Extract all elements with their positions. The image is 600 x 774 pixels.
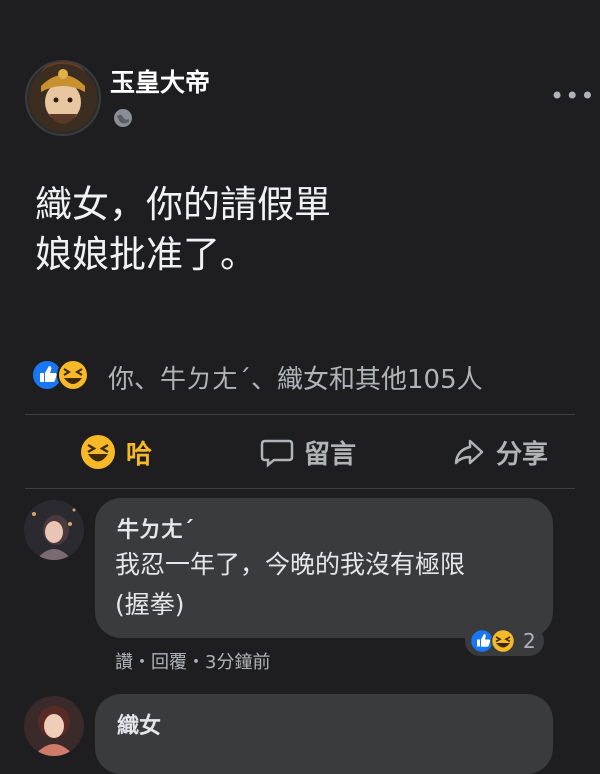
- author-avatar[interactable]: [25, 60, 101, 136]
- reaction-badges: [30, 358, 95, 392]
- haha-icon: [490, 628, 516, 654]
- commenter-name[interactable]: 織女: [117, 708, 161, 740]
- commenter-avatar[interactable]: [24, 500, 84, 560]
- comment-meta[interactable]: 讚・回覆・3分鐘前: [115, 648, 270, 674]
- comment-reaction-count: 2: [523, 629, 536, 653]
- author-name[interactable]: 玉皇大帝: [110, 63, 210, 99]
- haha-icon: [57, 359, 89, 391]
- comment-reactions[interactable]: 2: [465, 626, 544, 656]
- haha-icon: [81, 435, 115, 469]
- comment-text-line: 我忍一年了，今晚的我沒有極限: [115, 550, 466, 579]
- reactions-text[interactable]: 你、牛ㄉㄤˊ、織女和其他105人: [108, 359, 483, 396]
- comment-label: 留言: [304, 439, 357, 470]
- comment-bubble[interactable]: 牛ㄉㄤˊ 我忍一年了，今晚的我沒有極限 (握拳): [95, 498, 553, 638]
- like-icon: [469, 628, 495, 654]
- divider: [25, 414, 575, 415]
- reactions-summary[interactable]: 你、牛ㄉㄤˊ、織女和其他105人: [30, 355, 570, 395]
- share-button[interactable]: 分享: [452, 432, 548, 472]
- post-text-line: 織女，你的請假單: [35, 183, 331, 226]
- more-options-icon[interactable]: •••: [550, 82, 595, 110]
- globe-icon: [113, 108, 133, 128]
- post-actions: 哈 留言 分享: [0, 420, 600, 490]
- share-label: 分享: [496, 439, 549, 470]
- haha-button[interactable]: 哈: [80, 432, 152, 472]
- commenter-avatar[interactable]: [24, 696, 84, 756]
- share-icon: [454, 439, 484, 465]
- post-text-line: 娘娘批准了。: [35, 233, 257, 276]
- commenter-name[interactable]: 牛ㄉㄤˊ: [117, 512, 194, 544]
- comment-bubble[interactable]: 織女: [95, 694, 553, 774]
- comment-text-line: (握拳): [115, 590, 185, 619]
- post-header: 玉皇大帝 •••: [0, 0, 600, 150]
- divider: [25, 488, 575, 489]
- post-body: 織女，你的請假單 娘娘批准了。: [35, 180, 555, 280]
- comment-button[interactable]: 留言: [260, 432, 356, 472]
- comment-icon: [260, 439, 294, 468]
- haha-label: 哈: [126, 439, 153, 470]
